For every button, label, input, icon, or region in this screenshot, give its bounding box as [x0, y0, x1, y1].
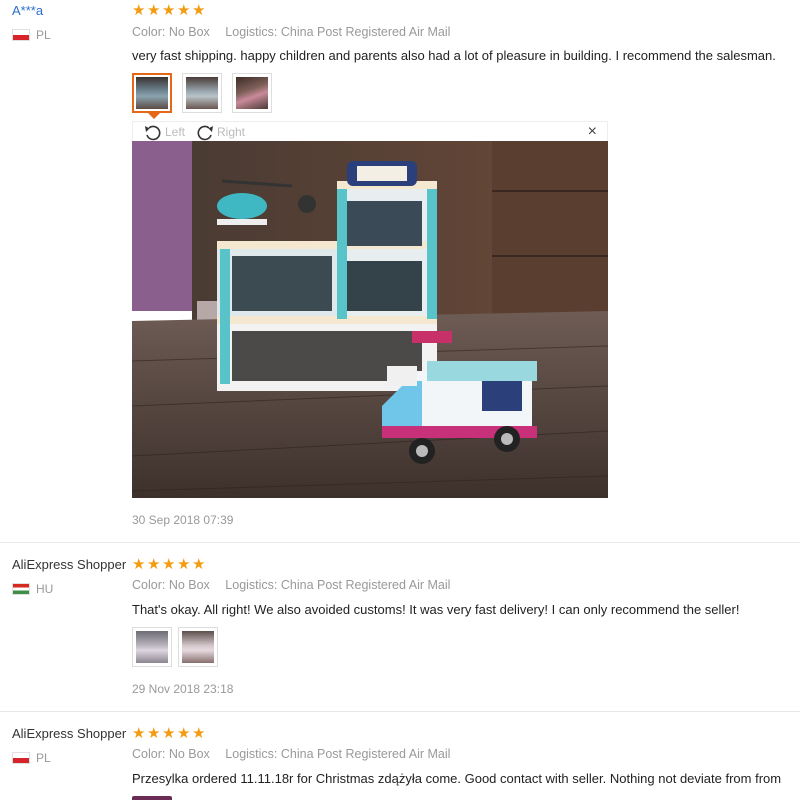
rotate-right-label: Right — [217, 125, 246, 139]
reviewer-name[interactable]: A***a — [12, 3, 43, 18]
star-icon: ★ — [147, 555, 161, 573]
reviewer-name[interactable]: AliExpress Shopper — [12, 726, 126, 741]
country-code: HU — [36, 582, 54, 596]
rotate-left-button[interactable]: Left — [143, 123, 185, 141]
logistics-info: Logistics: China Post Registered Air Mai… — [225, 25, 451, 39]
review-photo-thumb[interactable] — [132, 796, 172, 800]
country-code: PL — [36, 751, 51, 765]
review-3: AliExpress Shopper PL ★ ★ ★ ★ ★ Color: N… — [0, 712, 800, 800]
review-photo-thumb[interactable] — [178, 627, 218, 667]
reviewer-country: PL — [12, 28, 51, 42]
color-info: Color: No Box — [132, 25, 210, 39]
star-rating: ★ ★ ★ ★ ★ — [132, 555, 206, 573]
toy-hospital-photo — [132, 141, 608, 498]
star-icon: ★ — [132, 724, 146, 742]
reviewer-name[interactable]: AliExpress Shopper — [12, 557, 126, 572]
order-info: Color: No Box Logistics: China Post Regi… — [132, 578, 450, 592]
star-icon: ★ — [162, 1, 176, 19]
star-icon: ★ — [192, 724, 206, 742]
star-rating: ★ ★ ★ ★ ★ — [132, 724, 206, 742]
logistics-info: Logistics: China Post Registered Air Mai… — [225, 578, 451, 592]
star-icon: ★ — [132, 1, 146, 19]
photo-viewer-toolbar: Left Right × — [132, 121, 608, 141]
star-rating: ★ ★ ★ ★ ★ — [132, 1, 206, 19]
order-info: Color: No Box Logistics: China Post Regi… — [132, 747, 450, 761]
star-icon: ★ — [162, 555, 176, 573]
color-info: Color: No Box — [132, 747, 210, 761]
flag-poland-icon — [12, 29, 30, 41]
review-photos — [132, 627, 218, 667]
review-2: AliExpress Shopper HU ★ ★ ★ ★ ★ Color: N… — [0, 543, 800, 711]
reviewer-country: HU — [12, 582, 53, 596]
review-photo-thumb[interactable] — [232, 73, 272, 113]
review-photos — [132, 73, 272, 119]
star-icon: ★ — [192, 555, 206, 573]
color-info: Color: No Box — [132, 578, 210, 592]
review-text: Przesylka ordered 11.11.18r for Christma… — [132, 771, 782, 786]
star-icon: ★ — [192, 1, 206, 19]
star-icon: ★ — [177, 555, 191, 573]
close-icon[interactable]: × — [588, 122, 597, 142]
review-1: A***a PL ★ ★ ★ ★ ★ Color: No Box Logisti… — [0, 0, 800, 542]
review-photo-thumb[interactable] — [182, 73, 222, 113]
rotate-right-button[interactable]: Right — [195, 123, 245, 141]
review-date: 30 Sep 2018 07:39 — [132, 513, 234, 527]
rotate-left-label: Left — [165, 125, 186, 139]
review-date: 29 Nov 2018 23:18 — [132, 682, 234, 696]
review-text: That's okay. All right! We also avoided … — [132, 602, 740, 617]
star-icon: ★ — [132, 555, 146, 573]
rotate-right-icon — [197, 125, 213, 141]
review-photo-thumb[interactable] — [132, 73, 172, 119]
flag-poland-icon — [12, 752, 30, 764]
rotate-left-icon — [145, 125, 161, 141]
review-photo-thumb[interactable] — [132, 627, 172, 667]
review-text: very fast shipping. happy children and p… — [132, 48, 776, 63]
order-info: Color: No Box Logistics: China Post Regi… — [132, 25, 450, 39]
reviewer-country: PL — [12, 751, 51, 765]
star-icon: ★ — [177, 724, 191, 742]
logistics-info: Logistics: China Post Registered Air Mai… — [225, 747, 451, 761]
star-icon: ★ — [147, 724, 161, 742]
enlarged-review-photo — [132, 141, 608, 498]
star-icon: ★ — [177, 1, 191, 19]
star-icon: ★ — [147, 1, 161, 19]
star-icon: ★ — [162, 724, 176, 742]
country-code: PL — [36, 28, 51, 42]
flag-hungary-icon — [12, 583, 30, 595]
